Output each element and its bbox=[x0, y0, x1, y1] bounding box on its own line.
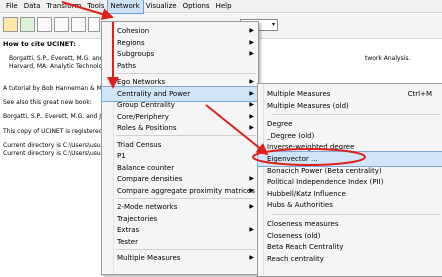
arrow-to-network-menu bbox=[61, 1, 114, 20]
annotation-overlay bbox=[61, 1, 366, 166]
arrow-to-eigenvector bbox=[205, 104, 269, 156]
eigenvector-highlight-circle bbox=[252, 148, 366, 166]
